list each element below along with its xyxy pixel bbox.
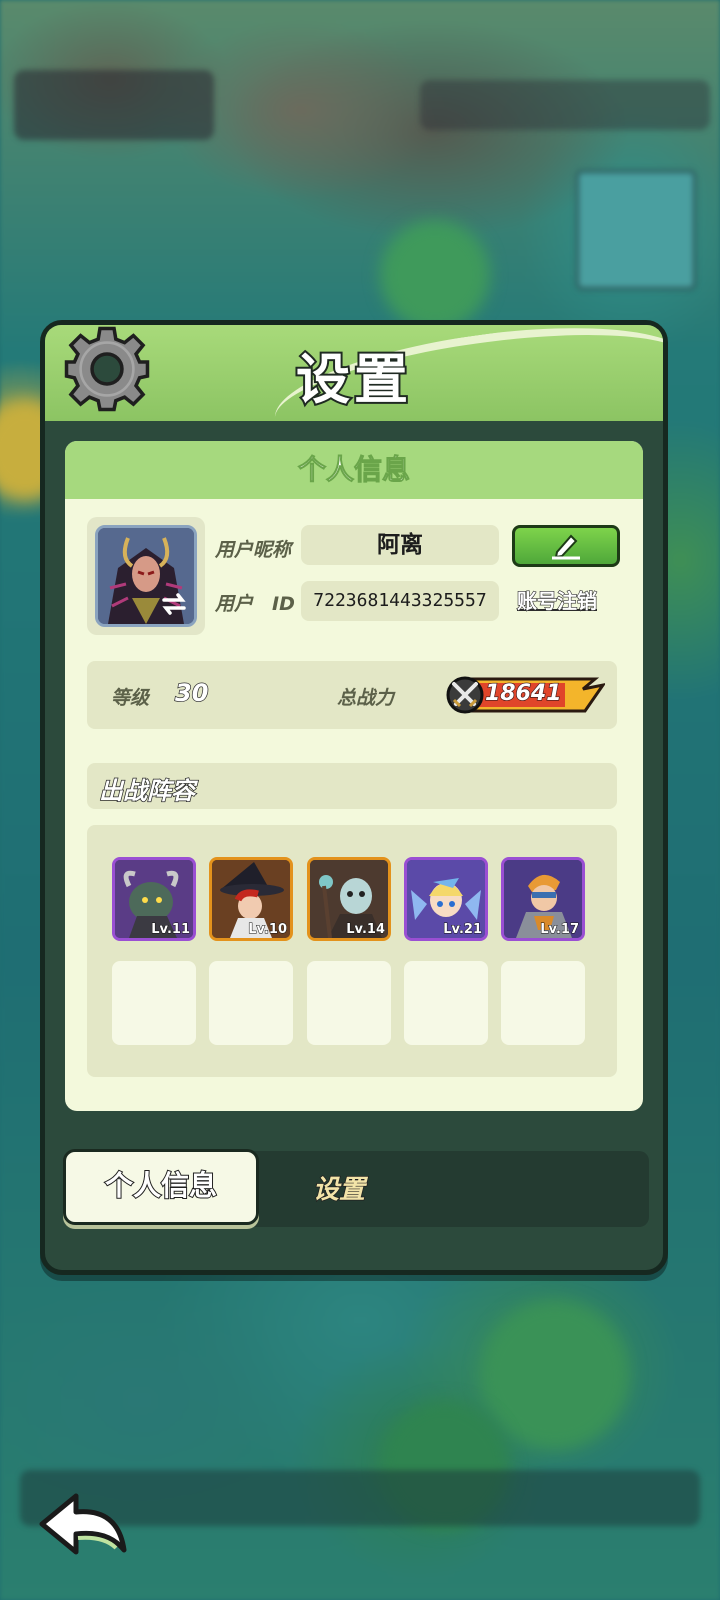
hero-level: Lv.21: [443, 922, 483, 938]
avatar-frame[interactable]: [87, 517, 205, 635]
tab-settings[interactable]: 设置: [312, 1169, 366, 1206]
profile-card: 个人信息 用户昵称 阿离 用户 ID 7223681443325557 账号注销…: [65, 441, 643, 1111]
empty-hero-slot[interactable]: [404, 961, 488, 1045]
empty-hero-slot[interactable]: [112, 961, 196, 1045]
settings-dialog: 设置 个人信息 用户昵称 阿离 用户 ID 7223681443325557 账…: [40, 320, 668, 1275]
power-value: 18641: [484, 680, 562, 706]
power-badge: 18641: [445, 675, 605, 715]
empty-hero-slot[interactable]: [501, 961, 585, 1045]
player-info-bar: [14, 70, 214, 140]
hero-level: Lv.17: [540, 922, 580, 938]
user-id-label: 用户 ID: [215, 593, 295, 615]
hero-level: Lv.11: [151, 922, 191, 938]
background-tree: [380, 220, 490, 330]
resource-bar: [420, 80, 710, 130]
swap-icon[interactable]: [160, 590, 188, 618]
cancel-account-link[interactable]: 账号注销: [516, 585, 597, 614]
edit-nickname-button[interactable]: [512, 525, 620, 567]
hero-slot-3[interactable]: Lv.14: [307, 857, 391, 941]
hero-level: Lv.10: [248, 922, 288, 938]
crossed-swords-icon: [452, 682, 478, 708]
hero-slot-5[interactable]: Lv.17: [501, 857, 585, 941]
hero-slot-4[interactable]: Lv.21: [404, 857, 488, 941]
tab-personal-info[interactable]: 个人信息: [63, 1149, 259, 1225]
hero-level: Lv.14: [346, 922, 386, 938]
section-title: 个人信息: [65, 441, 643, 499]
lineup-header: 出战阵容: [87, 763, 617, 809]
stats-box: 等级 30 总战力 18641: [87, 661, 617, 729]
pencil-icon: [552, 534, 580, 560]
avatar[interactable]: [95, 525, 197, 627]
minimap: [576, 170, 696, 290]
back-arrow-icon[interactable]: [38, 1490, 130, 1560]
nickname-field: 阿离: [301, 525, 499, 565]
empty-hero-slot[interactable]: [209, 961, 293, 1045]
background-tree: [480, 1300, 630, 1450]
hero-slot-1[interactable]: Lv.11: [112, 857, 196, 941]
tab-bar: 个人信息 设置: [63, 1149, 649, 1227]
lineup-grid: Lv.11 Lv.10 Lv.14 Lv.21 Lv.17: [87, 825, 617, 1077]
gear-icon: [64, 326, 150, 412]
user-id-field: 7223681443325557: [301, 581, 499, 621]
power-label: 总战力: [337, 687, 395, 709]
level-label: 等级: [111, 687, 150, 709]
hero-slot-2[interactable]: Lv.10: [209, 857, 293, 941]
empty-hero-slot[interactable]: [307, 961, 391, 1045]
lineup-title: 出战阵容: [98, 776, 196, 806]
level-value: 30: [174, 678, 209, 708]
nickname-label: 用户昵称: [215, 539, 292, 561]
